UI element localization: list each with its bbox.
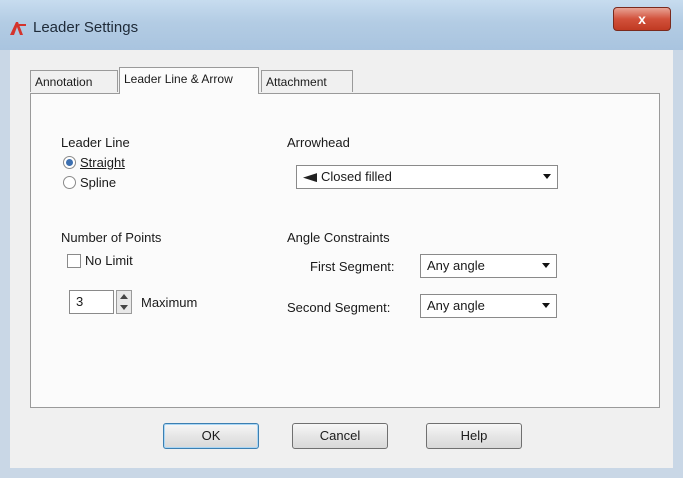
spline-label: Spline	[80, 175, 117, 190]
second-segment-label: Second Segment:	[287, 300, 391, 315]
tab-leader-line-arrow[interactable]: Leader Line & Arrow	[119, 67, 259, 94]
help-button[interactable]: Help	[426, 423, 522, 449]
tab-attachment[interactable]: Attachment	[261, 70, 353, 92]
leader-line-label: Leader Line	[61, 135, 130, 150]
no-limit-label: No Limit	[85, 253, 133, 268]
ok-button[interactable]: OK	[163, 423, 259, 449]
spline-radio-dot[interactable]	[63, 176, 76, 189]
tab-annotation[interactable]: Annotation	[30, 70, 118, 92]
spin-down-icon[interactable]	[120, 305, 128, 310]
second-segment-value: Any angle	[427, 298, 485, 313]
arrowhead-select[interactable]: Closed filled	[296, 165, 558, 189]
closed-filled-arrow-icon	[303, 173, 317, 183]
first-segment-select[interactable]: Any angle	[420, 254, 557, 278]
window-title: Leader Settings	[33, 19, 139, 36]
straight-radio[interactable]: Straight	[63, 155, 125, 170]
close-button[interactable]: x	[613, 7, 671, 31]
number-of-points-label: Number of Points	[61, 230, 162, 245]
arrowhead-label: Arrowhead	[287, 135, 350, 150]
chevron-down-icon[interactable]	[543, 174, 551, 179]
app-icon	[10, 22, 26, 35]
maximum-label: Maximum	[141, 295, 198, 310]
straight-label: Straight	[80, 155, 125, 170]
tab-panel: Leader Line Straight Spline Number of Po…	[30, 93, 660, 408]
first-segment-label: First Segment:	[310, 259, 395, 274]
arrowhead-value: Closed filled	[321, 169, 392, 184]
chevron-down-icon[interactable]	[542, 263, 550, 268]
max-points-input[interactable]: 3	[69, 290, 114, 314]
chevron-down-icon[interactable]	[542, 303, 550, 308]
no-limit-checkbox[interactable]: No Limit	[67, 253, 133, 268]
spin-up-icon[interactable]	[120, 294, 128, 299]
spline-radio[interactable]: Spline	[63, 175, 116, 190]
angle-constraints-label: Angle Constraints	[287, 230, 390, 245]
first-segment-value: Any angle	[427, 258, 485, 273]
dialog-body: Annotation Leader Line & Arrow Attachmen…	[10, 50, 673, 468]
cancel-button[interactable]: Cancel	[292, 423, 388, 449]
max-points-spinner[interactable]	[116, 290, 132, 314]
no-limit-box[interactable]	[67, 253, 81, 268]
second-segment-select[interactable]: Any angle	[420, 294, 557, 318]
title-bar: Leader Settings x	[0, 0, 683, 50]
straight-radio-dot[interactable]	[63, 156, 76, 169]
